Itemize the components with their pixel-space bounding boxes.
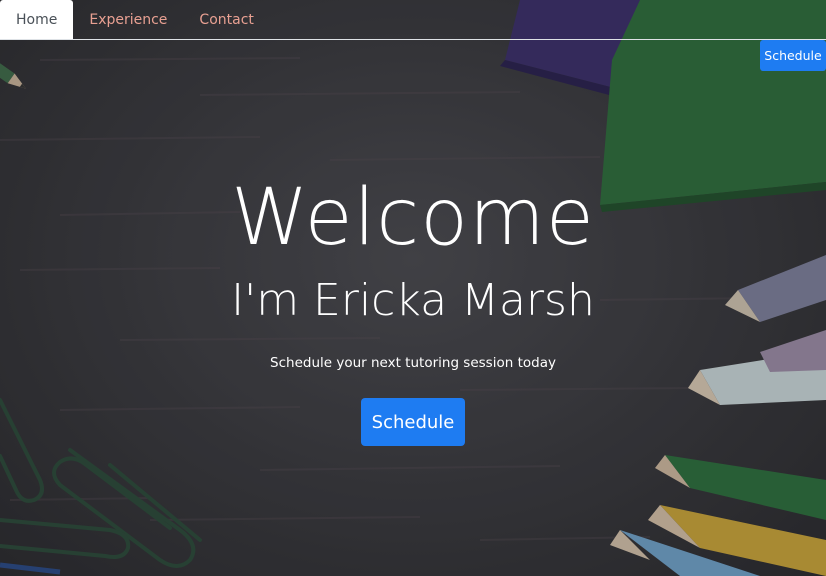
nav-experience-label: Experience — [89, 11, 168, 28]
nav-home-label: Home — [16, 11, 58, 28]
nav-experience[interactable]: Experience — [73, 0, 183, 39]
schedule-button-main[interactable]: Schedule — [361, 398, 465, 446]
top-nav: Home Experience Contact — [0, 0, 826, 40]
nav-contact[interactable]: Contact — [183, 0, 269, 39]
nav-home[interactable]: Home — [0, 0, 74, 39]
hero-title: Welcome — [231, 173, 595, 263]
nav-contact-label: Contact — [199, 11, 254, 28]
hero: Welcome I'm Ericka Marsh Schedule your n… — [0, 170, 826, 446]
hero-subtitle: I'm Ericka Marsh — [231, 275, 595, 326]
schedule-button-top[interactable]: Schedule — [760, 40, 826, 71]
hero-tagline: Schedule your next tutoring session toda… — [270, 355, 556, 371]
